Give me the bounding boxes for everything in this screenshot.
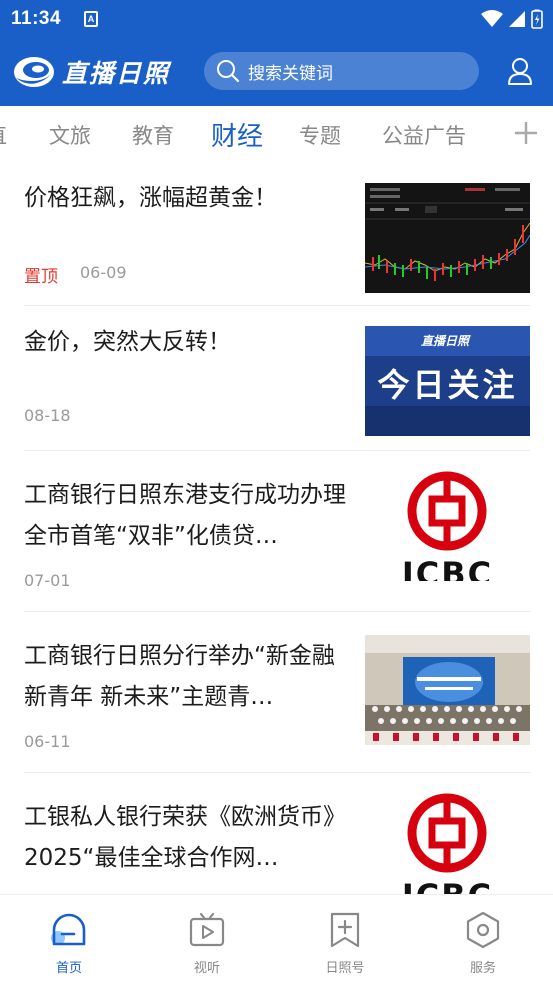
icbc-logo-thumbnail: ICBC (365, 793, 530, 894)
signal-icon (509, 11, 525, 27)
news-title: 价格狂飙，涨幅超黄金！ (24, 185, 277, 211)
bottom-navigation: 首页 视听 日照号 服务 (0, 894, 553, 984)
news-list: 价格狂飙，涨幅超黄金！ 置顶 06-09 金价，突然大反转！ 08-18 直播日… (0, 162, 553, 894)
logo-text: 直播日照 (62, 59, 171, 88)
news-title: 工商银行日照东港支行成功办理全市首笔“双非”化债贷… (24, 482, 346, 549)
news-meta: 置顶 06-09 (24, 262, 127, 287)
news-title: 工银私人银行荣获《欧洲货币》2025“最佳全球合作网… (24, 804, 346, 871)
wifi-icon (481, 10, 503, 27)
tv-icon (189, 912, 225, 947)
news-meta: 06-11 (24, 732, 71, 751)
user-profile-icon[interactable] (507, 57, 533, 85)
status-indicators (481, 8, 543, 30)
news-date: 07-01 (24, 571, 71, 590)
logo-emblem-icon (14, 57, 54, 87)
pinned-badge: 置顶 (24, 267, 58, 287)
tab-public-ads[interactable]: 公益广告 (382, 120, 466, 150)
tab-culture-tourism[interactable]: 文旅 (49, 120, 91, 150)
news-title: 金价，突然大反转！ (24, 329, 231, 355)
news-item[interactable]: 价格狂飙，涨幅超黄金！ 置顶 06-09 (0, 162, 553, 305)
news-date: 06-09 (80, 263, 127, 282)
tab-finance[interactable]: 财经 (211, 116, 263, 153)
app-logo: 直播日照 (12, 50, 170, 94)
nav-label: 服务 (469, 961, 496, 976)
bookmark-plus-icon (330, 912, 360, 948)
search-placeholder: 搜索关键词 (248, 63, 333, 84)
news-item[interactable]: 金价，突然大反转！ 08-18 直播日照 今日关注 (0, 306, 553, 450)
news-date: 08-18 (24, 406, 71, 425)
stock-chart-thumbnail (365, 183, 530, 293)
thumb-footer (365, 406, 530, 436)
today-focus-thumbnail: 直播日照 今日关注 (365, 326, 530, 436)
status-bar: 11:34 A (0, 0, 553, 38)
nav-home[interactable]: 首页 (34, 911, 104, 976)
thumb-headline: 今日关注 (377, 366, 518, 404)
group-photo-image (365, 635, 530, 745)
thumb-logo-text: 直播日照 (421, 334, 470, 348)
tab-education[interactable]: 教育 (132, 120, 174, 150)
search-input[interactable]: 搜索关键词 (204, 52, 479, 90)
group-photo-thumbnail (365, 635, 530, 745)
app-notification-icon: A (84, 11, 98, 27)
news-meta: 08-18 (24, 406, 71, 425)
nav-label: 日照号 (325, 961, 365, 976)
news-date: 06-11 (24, 732, 71, 751)
icbc-wordmark: ICBC (401, 555, 494, 581)
nav-services[interactable]: 服务 (448, 911, 518, 976)
news-item[interactable]: 工商银行日照东港支行成功办理全市首笔“双非”化债贷… 07-01 ICBC (0, 451, 553, 611)
news-item[interactable]: 工银私人银行荣获《欧洲货币》2025“最佳全球合作网… ICBC (0, 773, 553, 894)
icbc-wordmark: ICBC (365, 877, 530, 894)
status-time: 11:34 (11, 8, 62, 29)
battery-icon (531, 9, 543, 29)
tab-special-topics[interactable]: 专题 (299, 120, 341, 150)
tab-partial[interactable]: 直 (0, 120, 7, 150)
search-icon (217, 60, 240, 83)
news-meta: 07-01 (24, 571, 71, 590)
news-item[interactable]: 工商银行日照分行举办“新金融 新青年 新未来”主题青… 06-11 (0, 612, 553, 772)
hexagon-icon (466, 911, 500, 949)
nav-rizhao-account[interactable]: 日照号 (310, 911, 380, 976)
nav-media[interactable]: 视听 (172, 911, 242, 976)
channel-tabs: 直 文旅 教育 财经 专题 公益广告 (0, 106, 553, 162)
thumb-logo-bar: 直播日照 (365, 326, 530, 356)
icbc-logo-thumbnail: ICBC (365, 471, 530, 581)
stock-chart-image (365, 183, 530, 293)
nav-label: 首页 (55, 961, 82, 976)
news-title: 工商银行日照分行举办“新金融 新青年 新未来”主题青… (24, 643, 335, 710)
app-header: 直播日照 搜索关键词 (0, 38, 553, 106)
home-icon (51, 913, 86, 946)
nav-label: 视听 (193, 961, 220, 976)
add-channel-icon[interactable] (513, 120, 539, 146)
